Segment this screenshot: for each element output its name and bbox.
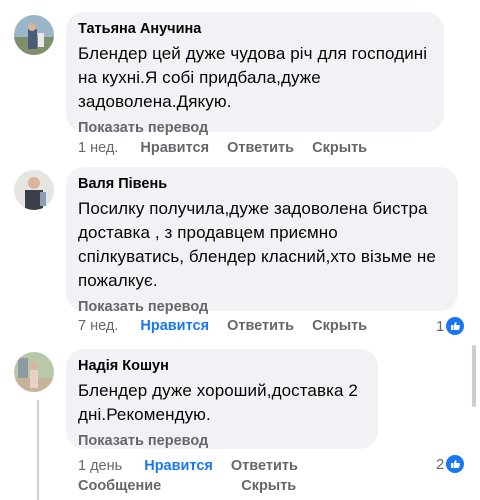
comment-bubble: Валя Півень Посилку получила,дуже задово… xyxy=(66,167,458,315)
comment-author[interactable]: Валя Півень xyxy=(78,175,446,194)
comment-time[interactable]: 1 день xyxy=(78,456,122,476)
message-button[interactable]: Сообщение xyxy=(78,476,161,496)
comment-text: Блендер цей дуже чудова річ для господин… xyxy=(78,44,428,111)
reaction-number: 1 xyxy=(436,317,445,335)
show-translation-link[interactable]: Показать перевод xyxy=(78,299,446,315)
comment-bubble: Надія Кошун Блендер дуже хороший,доставк… xyxy=(66,349,378,449)
avatar[interactable] xyxy=(14,352,54,392)
hide-button[interactable]: Скрыть xyxy=(241,476,296,496)
hide-button[interactable]: Скрыть xyxy=(312,318,367,334)
like-button[interactable]: Нравится xyxy=(140,318,209,334)
show-translation-link[interactable]: Показать перевод xyxy=(78,120,432,136)
avatar[interactable] xyxy=(14,15,54,55)
scrollbar[interactable] xyxy=(472,345,476,407)
comment-time[interactable]: 7 нед. xyxy=(78,318,118,334)
reaction-number: 2 xyxy=(436,455,445,473)
comment-bubble: Татьяна Анучина Блендер цей дуже чудова … xyxy=(66,12,444,136)
show-translation-link[interactable]: Показать перевод xyxy=(78,433,366,449)
like-button[interactable]: Нравится xyxy=(140,140,209,156)
thread-line xyxy=(37,400,39,500)
comment-author[interactable]: Надія Кошун xyxy=(78,357,366,376)
reply-button[interactable]: Ответить xyxy=(231,456,298,476)
comment-text: Посилку получила,дуже задоволена бистра … xyxy=(78,199,436,290)
hide-button[interactable]: Скрыть xyxy=(312,140,367,156)
comment-actions: 1 нед. Нравится Ответить Скрыть xyxy=(78,140,381,156)
thumbs-up-icon xyxy=(446,317,465,335)
reaction-count[interactable]: 1 xyxy=(436,317,465,335)
comment-author[interactable]: Татьяна Анучина xyxy=(78,20,432,39)
comment-text: Блендер дуже хороший,доставка 2 дні.Реко… xyxy=(78,381,358,424)
comment-actions: 7 нед. Нравится Ответить Скрыть xyxy=(78,318,381,334)
like-button[interactable]: Нравится xyxy=(144,456,213,476)
thumbs-up-icon xyxy=(446,455,465,473)
comment-actions: 1 день Нравится Ответить Сообщение Скрыт… xyxy=(78,456,408,496)
reaction-count[interactable]: 2 xyxy=(436,455,465,473)
reply-button[interactable]: Ответить xyxy=(227,318,294,334)
comment-time[interactable]: 1 нед. xyxy=(78,140,118,156)
reply-button[interactable]: Ответить xyxy=(227,140,294,156)
avatar[interactable] xyxy=(14,170,54,210)
